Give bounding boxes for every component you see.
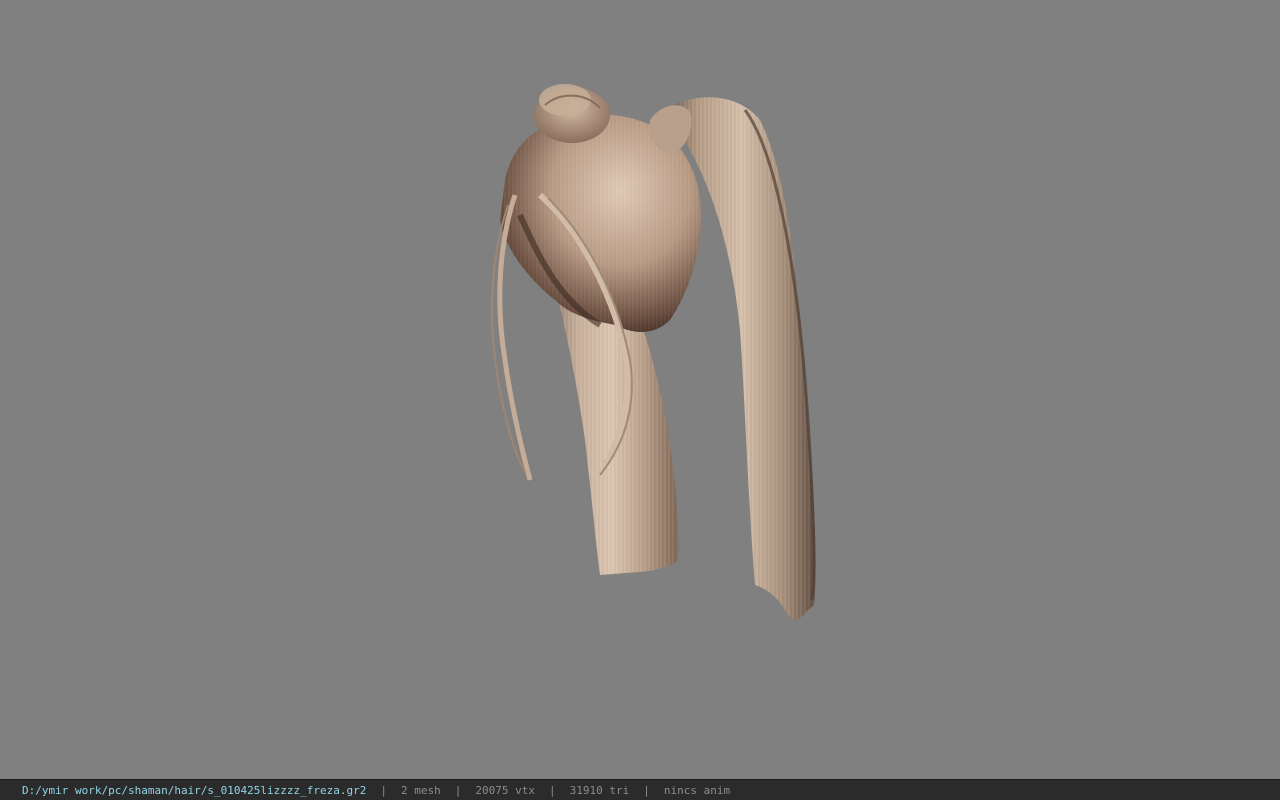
3d-viewport[interactable] (0, 0, 1280, 779)
vertex-count-text: 20075 vtx (475, 783, 535, 797)
status-separator: | (548, 783, 556, 797)
hair-model-render[interactable] (0, 0, 1280, 779)
status-separator: | (454, 783, 462, 797)
mesh-count-text: 2 mesh (401, 783, 441, 797)
file-path-text: D:/ymir work/pc/shaman/hair/s_010425lizz… (22, 783, 367, 797)
status-separator: | (380, 783, 387, 797)
status-separator: | (643, 783, 650, 797)
triangle-count-text: 31910 tri (569, 783, 630, 797)
animation-status-text: nincs anim (663, 783, 731, 797)
status-bar: D:/ymir work/pc/shaman/hair/s_010425lizz… (0, 779, 1280, 800)
